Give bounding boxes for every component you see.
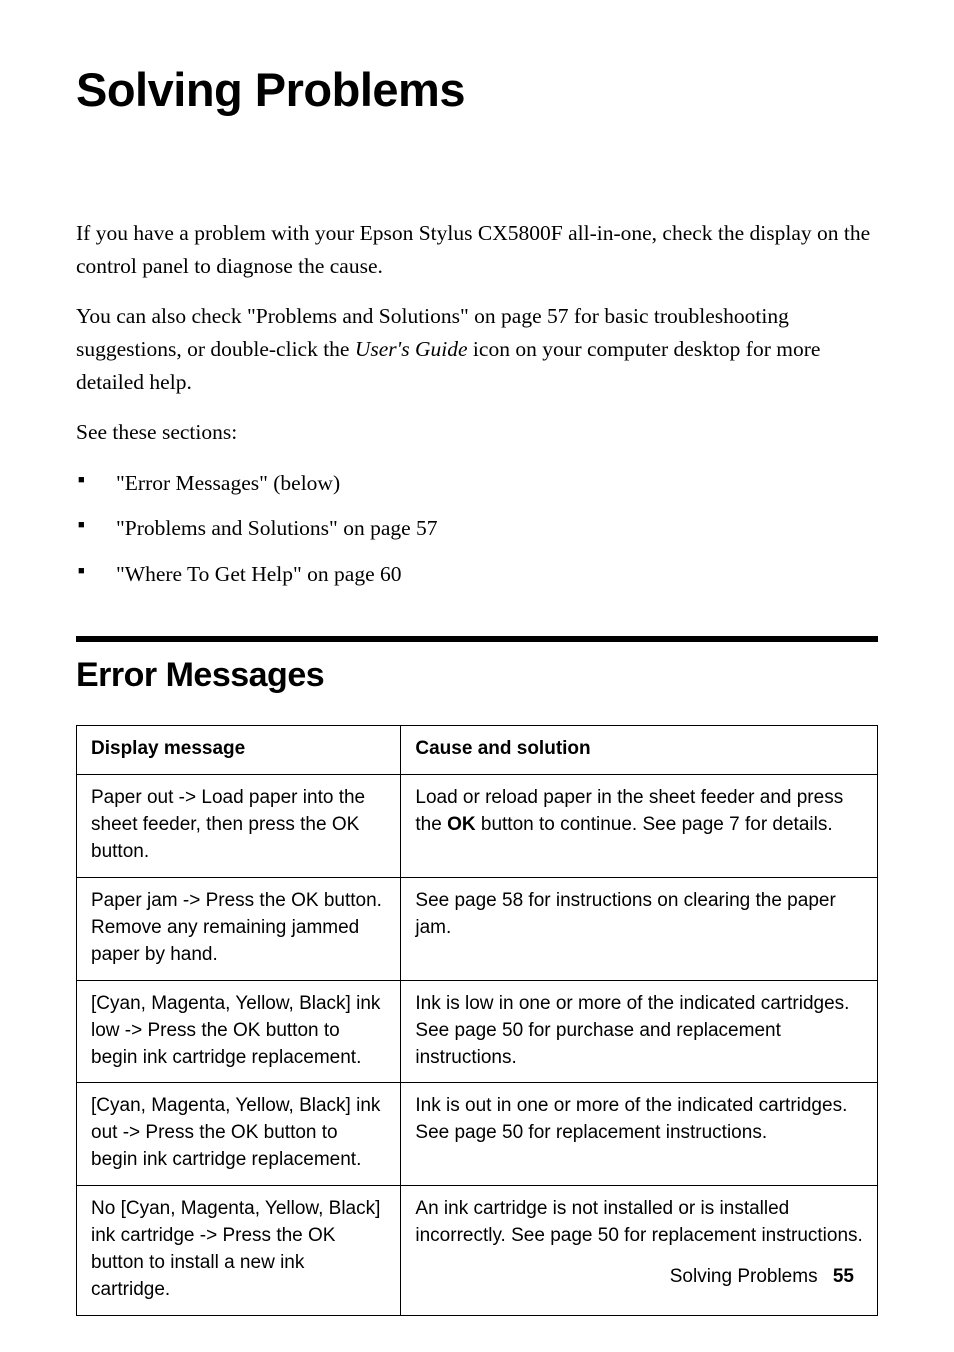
users-guide-emphasis: User's Guide — [355, 337, 468, 361]
error-messages-table: Display message Cause and solution Paper… — [76, 725, 878, 1316]
section-heading: Error Messages — [76, 656, 878, 695]
intro-block: If you have a problem with your Epson St… — [76, 217, 878, 449]
cause-solution-cell: An ink cartridge is not installed or is … — [401, 1186, 878, 1316]
column-header-display-message: Display message — [77, 725, 401, 774]
display-message-cell: [Cyan, Magenta, Yellow, Black] ink out -… — [77, 1083, 401, 1186]
table-header-row: Display message Cause and solution — [77, 725, 878, 774]
display-message-cell: No [Cyan, Magenta, Yellow, Black] ink ca… — [77, 1186, 401, 1316]
list-item: "Where To Get Help" on page 60 — [76, 558, 878, 590]
section-divider — [76, 636, 878, 642]
section-list: "Error Messages" (below) "Problems and S… — [76, 467, 878, 590]
cause-solution-cell: Ink is out in one or more of the indicat… — [401, 1083, 878, 1186]
table-row: [Cyan, Magenta, Yellow, Black] ink out -… — [77, 1083, 878, 1186]
intro-paragraph-2: You can also check "Problems and Solutio… — [76, 300, 878, 398]
solution-text: button to continue. See page 7 for detai… — [476, 814, 833, 835]
see-sections-label: See these sections: — [76, 416, 878, 449]
list-item: "Error Messages" (below) — [76, 467, 878, 499]
table-row: Paper jam -> Press the OK button. Remove… — [77, 877, 878, 980]
ok-button-label-bold: OK — [447, 814, 476, 835]
cause-solution-cell: Load or reload paper in the sheet feeder… — [401, 774, 878, 877]
table-row: [Cyan, Magenta, Yellow, Black] ink low -… — [77, 980, 878, 1083]
page-number: 55 — [833, 1266, 854, 1287]
intro-paragraph-1: If you have a problem with your Epson St… — [76, 217, 878, 282]
table-row: No [Cyan, Magenta, Yellow, Black] ink ca… — [77, 1186, 878, 1316]
page-title: Solving Problems — [76, 62, 878, 117]
display-message-cell: Paper jam -> Press the OK button. Remove… — [77, 877, 401, 980]
table-row: Paper out -> Load paper into the sheet f… — [77, 774, 878, 877]
footer-label: Solving Problems — [670, 1266, 818, 1287]
list-item: "Problems and Solutions" on page 57 — [76, 512, 878, 544]
cause-solution-cell: Ink is low in one or more of the indicat… — [401, 980, 878, 1083]
display-message-cell: [Cyan, Magenta, Yellow, Black] ink low -… — [77, 980, 401, 1083]
cause-solution-cell: See page 58 for instructions on clearing… — [401, 877, 878, 980]
page-footer: Solving Problems 55 — [670, 1266, 854, 1288]
display-message-cell: Paper out -> Load paper into the sheet f… — [77, 774, 401, 877]
column-header-cause-solution: Cause and solution — [401, 725, 878, 774]
